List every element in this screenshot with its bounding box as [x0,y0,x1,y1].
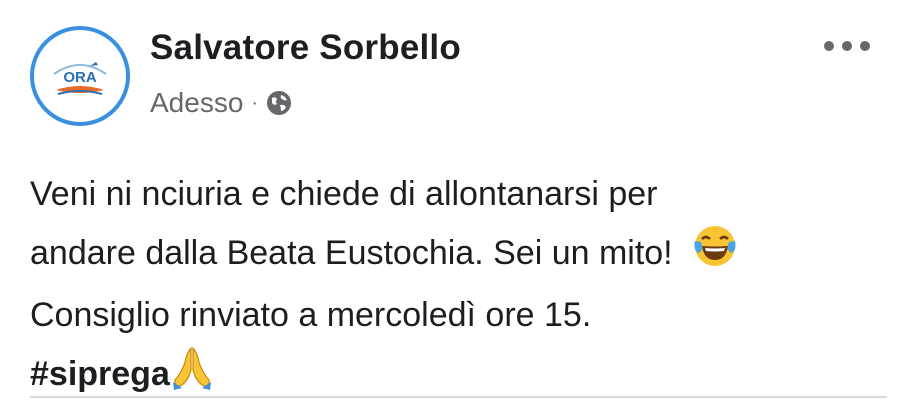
hashtag-line: #siprega [30,344,890,402]
post-text: Veni ni nciuria e chiede di allontanarsi… [30,166,890,402]
post-text-line: andare dalla Beata Eustochia. Sei un mit… [30,233,673,272]
ora-logo-icon: ORA [40,36,120,116]
post-text-line-with-emoji: andare dalla Beata Eustochia. Sei un mit… [30,223,890,287]
avatar[interactable]: ORA [30,26,130,126]
author-name[interactable]: Salvatore Sorbello [150,28,461,68]
post-timestamp[interactable]: Adesso [150,87,243,119]
hashtag-link[interactable]: #siprega [30,355,170,393]
avatar-logo-text: ORA [63,69,97,86]
more-options-icon[interactable] [817,30,877,62]
post-text-line: Consiglio rinviato a mercoledì ore 15. [30,296,592,334]
face-with-tears-of-joy-icon [692,223,738,287]
facebook-post: ORA Salvatore Sorbello Adesso · Veni ni … [0,0,917,402]
folded-hands-icon [170,344,214,402]
post-text-line: Veni ni nciuria e chiede di allontanarsi… [30,175,658,213]
meta-separator: · [251,91,259,114]
globe-icon[interactable] [266,90,292,116]
post-divider [30,396,887,398]
post-meta: Adesso · [150,86,292,120]
